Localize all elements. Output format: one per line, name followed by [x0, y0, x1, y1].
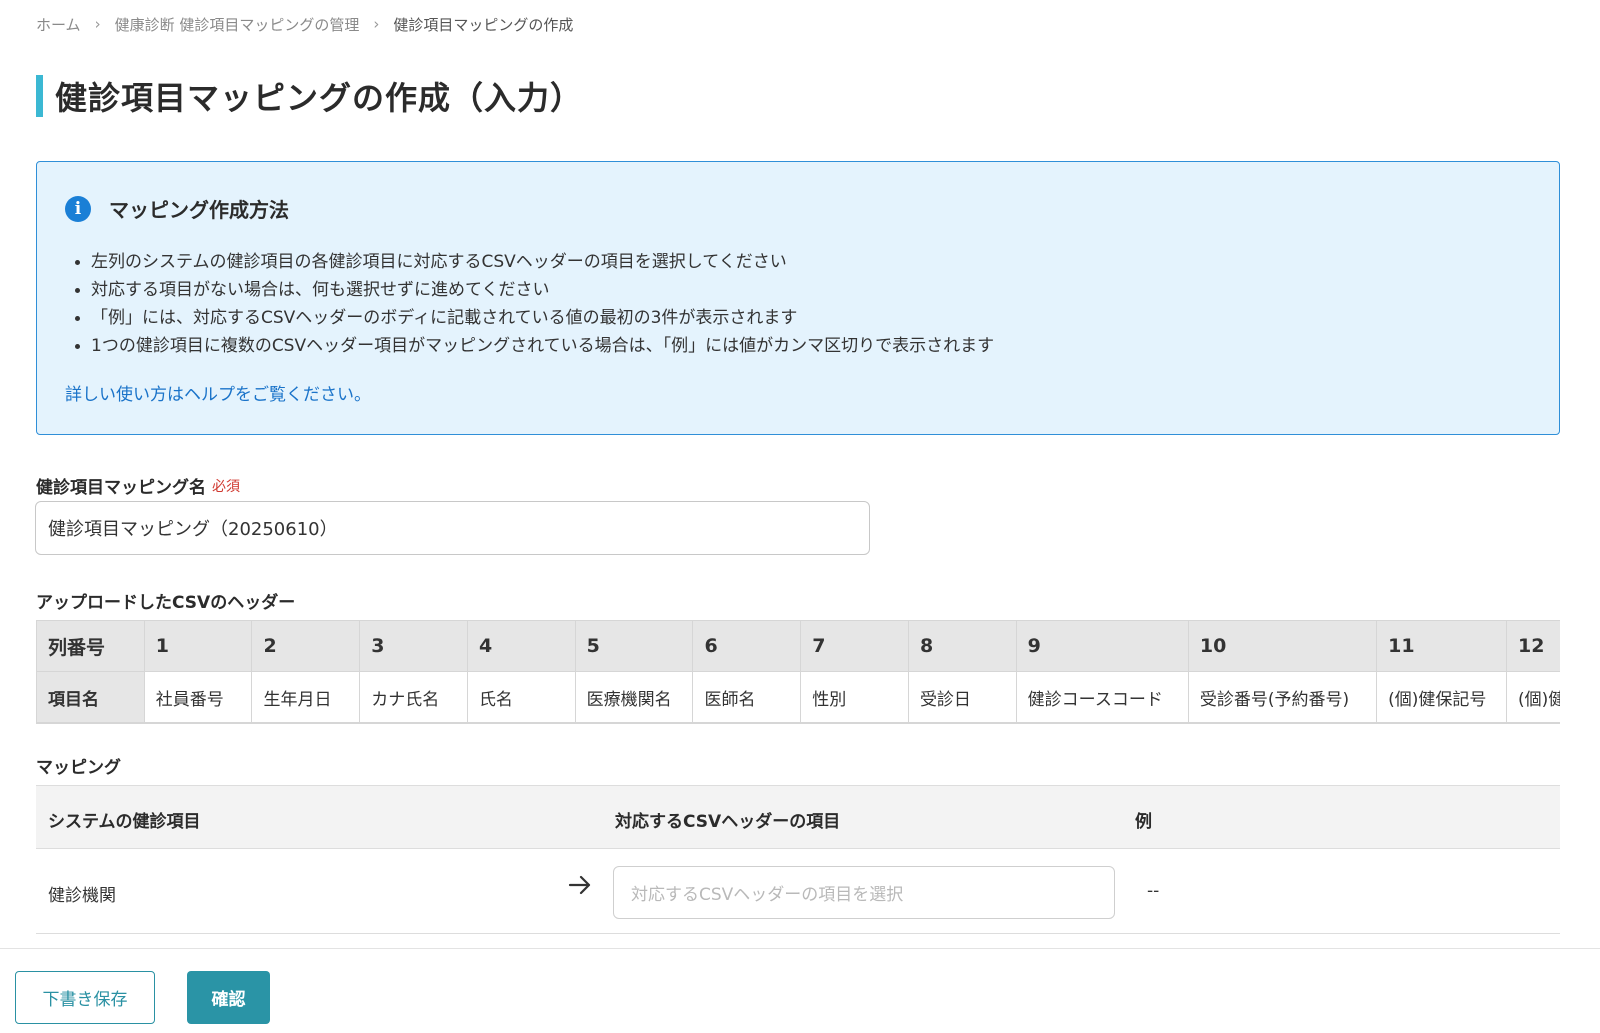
info-bullet: 左列のシステムの健診項目の各健診項目に対応するCSVヘッダーの項目を選択してくだ…: [75, 248, 994, 276]
help-link[interactable]: 詳しい使い方はヘルプをご覧ください。: [65, 380, 371, 405]
csv-header-table: 列番号 1 2 3 4 5 6 7 8 9 10 11 12 項目名 社員番号 …: [36, 620, 1560, 723]
info-bullet: 「例」には、対応するCSVヘッダーのボディに記載されている値の最初の3件が表示さ…: [75, 304, 994, 332]
mapping-row: 健診機関 対応するCSVヘッダーの項目を選択 --: [36, 849, 1560, 934]
breadcrumb-home[interactable]: ホーム: [36, 14, 81, 35]
title-accent-bar: [36, 75, 43, 117]
column-name-cell: 受診番号(予約番号): [1187, 671, 1378, 723]
column-name-cell: 性別: [800, 671, 909, 723]
required-badge: 必須: [212, 478, 240, 495]
column-number-cell: 7: [800, 620, 909, 672]
csv-header-table-container[interactable]: 列番号 1 2 3 4 5 6 7 8 9 10 11 12 項目名 社員番号 …: [36, 620, 1560, 724]
page-title: 健診項目マッピングの作成（入力）: [36, 75, 583, 117]
mapping-section-label: マッピング: [36, 758, 121, 778]
column-name-cell: 健診コースコード: [1015, 671, 1189, 723]
breadcrumb-separator-icon: ›: [373, 15, 380, 33]
column-header-csv-item: 対応するCSVヘッダーの項目: [615, 812, 841, 832]
info-bullet: 1つの健診項目に複数のCSVヘッダー項目がマッピングされている場合は、「例」には…: [75, 332, 994, 360]
info-box-title: マッピング作成方法: [109, 198, 289, 222]
system-item-name: 健診機関: [48, 886, 116, 906]
example-value: --: [1147, 881, 1160, 901]
select-placeholder: 対応するCSVヘッダーの項目を選択: [631, 885, 904, 905]
column-name-row: 項目名 社員番号 生年月日 カナ氏名 氏名 医療機関名 医師名 性別 受診日 健…: [36, 671, 1560, 723]
column-name-cell: 社員番号: [143, 671, 253, 723]
csv-headers-label: アップロードしたCSVのヘッダー: [36, 593, 296, 613]
column-name-cell: 医師名: [692, 671, 802, 723]
column-header-example: 例: [1135, 812, 1152, 832]
mapping-table-header: システムの健診項目 対応するCSVヘッダーの項目 例: [36, 785, 1560, 849]
column-name-cell: カナ氏名: [359, 671, 468, 723]
column-number-cell: 12: [1506, 620, 1560, 672]
info-box: i マッピング作成方法 左列のシステムの健診項目の各健診項目に対応するCSVヘッ…: [36, 161, 1560, 435]
column-number-cell: 4: [466, 620, 576, 672]
column-number-cell: 6: [692, 620, 802, 672]
column-number-cell: 9: [1015, 620, 1189, 672]
save-draft-button[interactable]: 下書き保存: [15, 971, 155, 1024]
info-icon: i: [65, 195, 91, 222]
info-bullet-list: 左列のシステムの健診項目の各健診項目に対応するCSVヘッダーの項目を選択してくだ…: [75, 248, 994, 360]
row-head-column-name: 項目名: [36, 671, 145, 723]
column-name-cell: 医療機関名: [574, 671, 694, 723]
page-title-text: 健診項目マッピングの作成（入力）: [55, 79, 584, 117]
column-number-cell: 2: [251, 620, 361, 672]
info-box-header: i マッピング作成方法: [65, 194, 289, 223]
column-number-cell: 11: [1376, 620, 1508, 672]
column-name-cell: 氏名: [466, 671, 576, 723]
info-bullet: 対応する項目がない場合は、何も選択せずに進めてください: [75, 276, 994, 304]
breadcrumb: ホーム › 健康診断 健診項目マッピングの管理 › 健診項目マッピングの作成: [36, 12, 573, 36]
mapping-name-input[interactable]: [35, 501, 870, 555]
column-number-cell: 8: [907, 620, 1017, 672]
column-number-cell: 1: [143, 620, 253, 672]
column-number-cell: 10: [1187, 620, 1378, 672]
column-name-cell: 生年月日: [251, 671, 361, 723]
column-name-cell: (個)健保番号: [1506, 671, 1560, 723]
mapping-name-label-text: 健診項目マッピング名: [36, 478, 206, 498]
column-number-cell: 5: [574, 620, 694, 672]
breadcrumb-parent[interactable]: 健康診断 健診項目マッピングの管理: [115, 14, 360, 35]
breadcrumb-separator-icon: ›: [94, 15, 101, 33]
column-number-cell: 3: [359, 620, 468, 672]
column-name-cell: 受診日: [907, 671, 1017, 723]
column-name-cell: (個)健保記号: [1376, 671, 1508, 723]
row-head-column-number: 列番号: [36, 620, 145, 672]
breadcrumb-current: 健診項目マッピングの作成: [393, 15, 574, 34]
mapping-name-label: 健診項目マッピング名 必須: [36, 473, 240, 498]
column-header-system-item: システムの健診項目: [48, 812, 201, 832]
arrow-right-icon: [568, 875, 591, 895]
column-number-row: 列番号 1 2 3 4 5 6 7 8 9 10 11 12: [36, 620, 1560, 672]
confirm-button[interactable]: 確認: [187, 971, 270, 1024]
csv-header-select[interactable]: 対応するCSVヘッダーの項目を選択: [613, 866, 1115, 919]
footer-action-bar: 下書き保存 確認: [0, 948, 1600, 1033]
